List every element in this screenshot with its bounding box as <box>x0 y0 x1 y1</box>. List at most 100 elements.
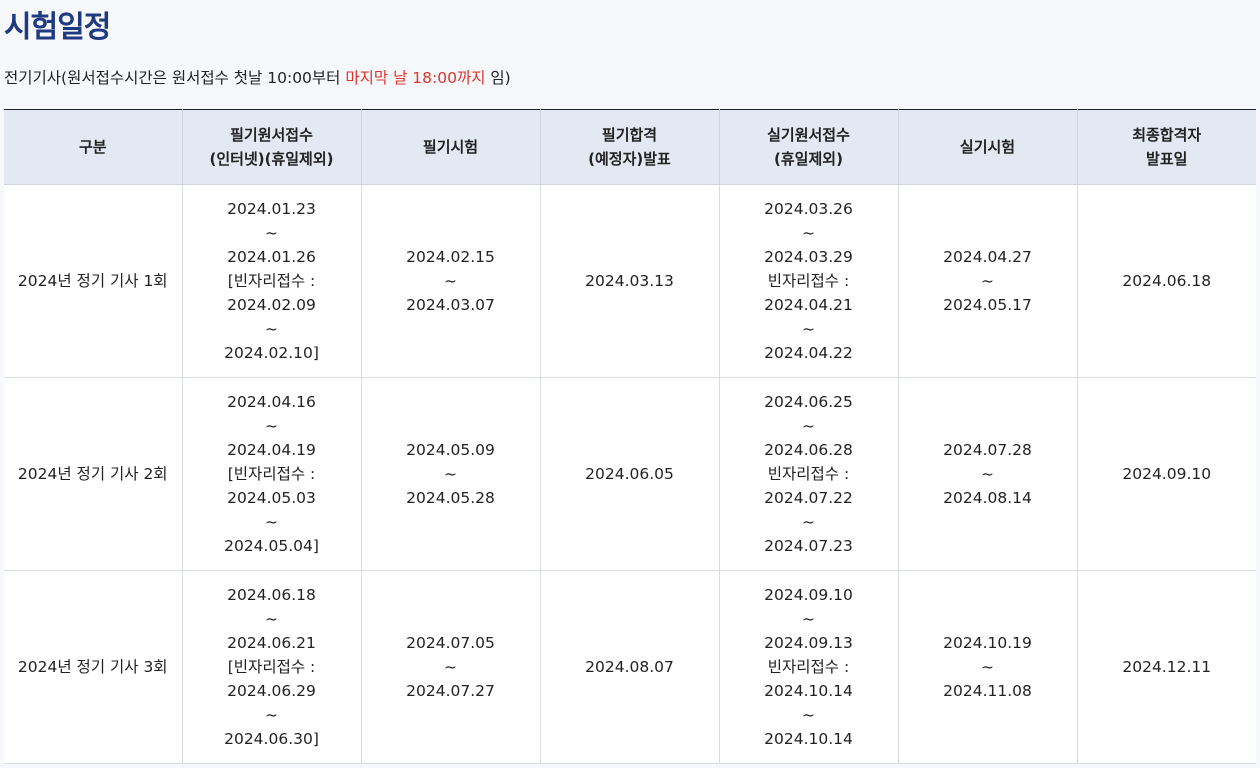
final-result-cell: 2024.12.11 <box>1076 570 1256 764</box>
round-label: 2024년 정기 기사 1회 <box>17 272 168 290</box>
date-line: ~ <box>265 224 278 242</box>
round-cell: 2024년 정기 기사 2회 <box>4 377 182 571</box>
date-line: ~ <box>981 465 994 483</box>
date-line: 빈자리접수 : <box>767 272 850 290</box>
date-line: ~ <box>802 513 815 531</box>
date-line: 2024.06.28 <box>764 441 853 459</box>
date-line: 2024.02.10] <box>224 344 319 362</box>
exam-schedule-table: 구분 필기원서접수 (인터넷)(휴일제외) 필기시험 필기합격 (예정자)발표 실기원서접수… <box>4 109 1256 764</box>
practical-exam-cell: 2024.10.19 ~2024.11.08 <box>897 570 1077 764</box>
column-header-line: 구분 <box>78 138 107 156</box>
date-line: ~ <box>802 417 815 435</box>
column-header-line: 필기원서접수 <box>230 126 313 144</box>
table-body: 2024년 정기 기사 1회 2024.01.23 ~2024.01.26 [빈자리접… <box>4 184 1256 764</box>
date-line: 2024.06.05 <box>585 465 674 483</box>
written-apply-cell: 2024.06.18 ~2024.06.21 [빈자리접수 : 2024.06.29 ~… <box>181 570 361 764</box>
date-line: 2024.06.30] <box>224 730 319 748</box>
final-result-cell: 2024.06.18 <box>1076 184 1256 378</box>
column-header: 실기원서접수 (휴일제외) <box>718 109 898 185</box>
column-header-line: 필기시험 <box>422 138 479 156</box>
date-line: 2024.06.18 <box>1122 272 1212 290</box>
date-line: 2024.06.21 <box>227 634 316 652</box>
column-header: 필기원서접수 (인터넷)(휴일제외) <box>181 109 361 185</box>
date-line: 2024.09.10 <box>1122 465 1212 483</box>
notice-highlight: 마지막 날 18:00까지 <box>345 69 486 87</box>
date-line: 2024.04.21 <box>764 296 853 314</box>
column-header-line: 실기시험 <box>959 138 1016 156</box>
date-line: 2024.05.17 <box>943 296 1032 314</box>
date-line: ~ <box>265 417 278 435</box>
date-line: 2024.07.22 <box>764 489 853 507</box>
column-header-line: 실기원서접수 <box>767 126 850 144</box>
date-line: 2024.03.29 <box>764 248 853 266</box>
date-line: 2024.10.14 <box>764 730 853 748</box>
round-cell: 2024년 정기 기사 1회 <box>4 184 182 378</box>
date-line: ~ <box>981 658 994 676</box>
date-line: ~ <box>265 513 278 531</box>
date-line: 2024.05.09 <box>406 441 495 459</box>
column-header-line: 필기합격 <box>601 126 658 144</box>
date-line: 2024.04.27 <box>943 248 1032 266</box>
date-line: 2024.10.14 <box>764 682 853 700</box>
date-line: 빈자리접수 : <box>767 658 850 676</box>
page-title: 시험일정 <box>4 10 111 45</box>
date-line: 2024.04.16 <box>227 393 316 411</box>
date-line: [빈자리접수 : <box>227 658 316 676</box>
date-line: [빈자리접수 : <box>227 272 316 290</box>
date-line: 2024.01.23 <box>227 200 316 218</box>
date-line: 2024.11.08 <box>943 682 1032 700</box>
practical-exam-cell: 2024.07.28 ~2024.08.14 <box>897 377 1077 571</box>
written-apply-cell: 2024.04.16 ~2024.04.19 [빈자리접수 : 2024.05.03 ~… <box>181 377 361 571</box>
date-line: 2024.02.09 <box>227 296 316 314</box>
date-line: 2024.10.19 <box>943 634 1032 652</box>
date-line: [빈자리접수 : <box>227 465 316 483</box>
date-line: 빈자리접수 : <box>767 465 850 483</box>
date-line: ~ <box>265 320 278 338</box>
column-header-line: 최종합격자 <box>1132 126 1202 144</box>
column-header-line: 발표일 <box>1146 150 1188 168</box>
date-line: 2024.07.23 <box>764 537 853 555</box>
date-line: 2024.07.05 <box>406 634 495 652</box>
written-exam-cell: 2024.02.15 ~2024.03.07 <box>360 184 540 378</box>
round-label: 2024년 정기 기사 2회 <box>17 465 168 483</box>
date-line: 2024.09.13 <box>764 634 853 652</box>
date-line: ~ <box>802 224 815 242</box>
date-line: 2024.04.22 <box>764 344 853 362</box>
written-result-cell: 2024.06.05 <box>539 377 719 571</box>
round-label: 2024년 정기 기사 3회 <box>17 658 168 676</box>
date-line: 2024.07.27 <box>406 682 495 700</box>
date-line: 2024.02.15 <box>406 248 495 266</box>
table-row: 2024년 정기 기사 3회 2024.06.18 ~2024.06.21 [빈자리접… <box>4 570 1256 764</box>
date-line: 2024.06.18 <box>227 586 316 604</box>
date-line: 2024.05.04] <box>224 537 319 555</box>
practical-apply-cell: 2024.09.10 ~2024.09.13 빈자리접수 : 2024.10.14 ~2… <box>718 570 898 764</box>
column-header: 구분 <box>4 109 182 185</box>
table-row: 2024년 정기 기사 1회 2024.01.23 ~2024.01.26 [빈자리접… <box>4 184 1256 378</box>
schedule-notice: 전기기사(원서접수시간은 원서접수 첫날 10:00부터 마지막 날 18:00… <box>4 66 511 88</box>
date-line: ~ <box>444 465 457 483</box>
date-line: 2024.12.11 <box>1122 658 1212 676</box>
date-line: ~ <box>265 610 278 628</box>
written-exam-cell: 2024.05.09 ~2024.05.28 <box>360 377 540 571</box>
written-result-cell: 2024.08.07 <box>539 570 719 764</box>
written-apply-cell: 2024.01.23 ~2024.01.26 [빈자리접수 : 2024.02.09 ~… <box>181 184 361 378</box>
notice-suffix: 임) <box>485 69 511 87</box>
column-header-line: (휴일제외) <box>774 150 843 168</box>
column-header-line: (인터넷)(휴일제외) <box>209 150 334 168</box>
practical-exam-cell: 2024.04.27 ~2024.05.17 <box>897 184 1077 378</box>
date-line: 2024.03.26 <box>764 200 853 218</box>
table-header-row: 구분 필기원서접수 (인터넷)(휴일제외) 필기시험 필기합격 (예정자)발표 실기원서접수… <box>4 109 1256 185</box>
practical-apply-cell: 2024.06.25 ~2024.06.28 빈자리접수 : 2024.07.22 ~2… <box>718 377 898 571</box>
notice-prefix: 전기기사(원서접수시간은 원서접수 첫날 10:00부터 <box>4 69 346 87</box>
date-line: 2024.08.07 <box>585 658 674 676</box>
date-line: ~ <box>265 706 278 724</box>
date-line: ~ <box>802 610 815 628</box>
date-line: 2024.01.26 <box>227 248 316 266</box>
final-result-cell: 2024.09.10 <box>1076 377 1256 571</box>
column-header: 최종합격자발표일 <box>1076 109 1256 185</box>
date-line: 2024.06.29 <box>227 682 316 700</box>
date-line: 2024.05.28 <box>406 489 495 507</box>
date-line: 2024.03.13 <box>585 272 674 290</box>
practical-apply-cell: 2024.03.26 ~2024.03.29 빈자리접수 : 2024.04.21 ~2… <box>718 184 898 378</box>
column-header: 실기시험 <box>897 109 1077 185</box>
